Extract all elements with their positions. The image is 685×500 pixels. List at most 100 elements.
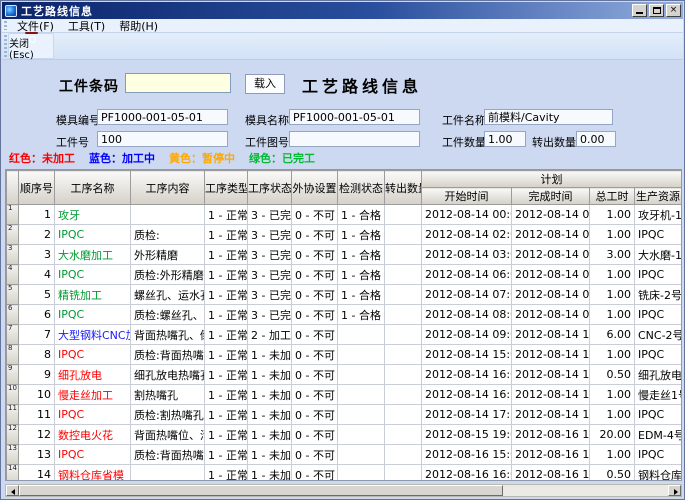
table-row[interactable]: 1414钢料仓库省模1 - 正常1 - 未加0 - 不可2012-08-16 1… [7, 465, 682, 482]
col-finish-time[interactable]: 完成时间 [512, 188, 590, 205]
part-name-input[interactable] [484, 109, 613, 125]
table-row[interactable]: 33大水磨加工外形精磨1 - 正常3 - 已完0 - 不可1 - 合格2012-… [7, 245, 682, 265]
table-row[interactable]: 77大型钢料CNC加工背面热嘴孔、倒角1 - 正常2 - 加工0 - 不可201… [7, 325, 682, 345]
cell-inspect: 1 - 合格 [338, 305, 385, 325]
row-header[interactable]: 11 [7, 405, 19, 425]
cell-type: 1 - 正常 [205, 285, 248, 305]
col-op-type[interactable]: 工序类型 [205, 171, 248, 205]
cell-content [131, 205, 205, 225]
cell-qty-out [385, 425, 422, 445]
cell-status: 3 - 已完 [248, 265, 292, 285]
table-row[interactable]: 66IPQC质检:螺丝孔、运1 - 正常3 - 已完0 - 不可1 - 合格20… [7, 305, 682, 325]
cell-hours: 1.00 [590, 405, 635, 425]
row-header[interactable]: 2 [7, 225, 19, 245]
col-qty-out[interactable]: 转出数量 [385, 171, 422, 205]
col-total-hours[interactable]: 总工时 [590, 188, 635, 205]
table-row[interactable]: 11攻牙1 - 正常3 - 已完0 - 不可1 - 合格2012-08-14 0… [7, 205, 682, 225]
cell-outsource: 0 - 不可 [292, 325, 338, 345]
row-header[interactable]: 12 [7, 425, 19, 445]
row-header[interactable]: 13 [7, 445, 19, 465]
scrollbar-thumb[interactable] [19, 485, 503, 496]
cell-hours: 6.00 [590, 325, 635, 345]
col-op-content[interactable]: 工序内容 [131, 171, 205, 205]
cell-name: IPQC [55, 405, 131, 425]
cell-resource: IPQC [635, 405, 682, 425]
cell-qty-out [385, 245, 422, 265]
table-row[interactable]: 1313IPQC质检:背面热嘴位1 - 正常1 - 未加0 - 不可2012-0… [7, 445, 682, 465]
barcode-input[interactable] [125, 73, 231, 93]
title-bar[interactable]: 工艺路线信息 × [2, 2, 683, 19]
scroll-right-button[interactable] [668, 485, 681, 496]
mold-name-input[interactable] [289, 109, 420, 125]
load-button[interactable]: 载入 [245, 74, 285, 94]
close-icon: × [670, 5, 678, 15]
cell-resource: 铣床-2号机 [635, 285, 682, 305]
menu-tools[interactable]: 工具(T) [61, 18, 112, 34]
app-icon [5, 5, 17, 17]
row-number: 2 [7, 225, 18, 232]
table-row[interactable]: 1111IPQC质检:割热嘴孔1 - 正常1 - 未加0 - 不可2012-08… [7, 405, 682, 425]
table-row[interactable]: 22IPQC质检:1 - 正常3 - 已完0 - 不可1 - 合格2012-08… [7, 225, 682, 245]
col-inspect[interactable]: 检测状态 [338, 171, 385, 205]
transfer-qty-input[interactable] [576, 131, 616, 147]
transfer-qty-label: 转出数量 [532, 134, 576, 150]
cell-name: 大水磨加工 [55, 245, 131, 265]
minimize-button[interactable] [632, 4, 647, 17]
row-header[interactable]: 8 [7, 345, 19, 365]
close-button[interactable]: × [666, 4, 681, 17]
col-op-status[interactable]: 工序状态 [248, 171, 292, 205]
part-no-label: 工件号 [56, 134, 89, 150]
table-row[interactable]: 1010慢走丝加工割热嘴孔1 - 正常1 - 未加0 - 不可2012-08-1… [7, 385, 682, 405]
row-header[interactable]: 10 [7, 385, 19, 405]
table-row[interactable]: 99细孔放电细孔放电热嘴孔1 - 正常1 - 未加0 - 不可2012-08-1… [7, 365, 682, 385]
cell-status: 2 - 加工 [248, 325, 292, 345]
part-qty-label: 工件数量 [442, 134, 486, 150]
table-row[interactable]: 55精铣加工螺丝孔、运水孔、1 - 正常3 - 已完0 - 不可1 - 合格20… [7, 285, 682, 305]
cell-content: 割热嘴孔 [131, 385, 205, 405]
col-op-name[interactable]: 工序名称 [55, 171, 131, 205]
row-header[interactable]: 4 [7, 265, 19, 285]
cell-name: 精铣加工 [55, 285, 131, 305]
row-header[interactable]: 14 [7, 465, 19, 482]
row-header[interactable]: 6 [7, 305, 19, 325]
cell-name: IPQC [55, 345, 131, 365]
cell-name: 细孔放电 [55, 365, 131, 385]
cell-status: 3 - 已完 [248, 245, 292, 265]
table-row[interactable]: 88IPQC质检:背面热嘴孔1 - 正常1 - 未加0 - 不可2012-08-… [7, 345, 682, 365]
scroll-left-button[interactable] [6, 485, 19, 496]
process-route-table: 顺序号 工序名称 工序内容 工序类型 工序状态 外协设置 检测状态 转出数量 计… [6, 170, 682, 481]
cell-inspect: 1 - 合格 [338, 265, 385, 285]
row-number: 3 [7, 245, 18, 252]
cell-type: 1 - 正常 [205, 225, 248, 245]
row-header[interactable]: 9 [7, 365, 19, 385]
menu-help[interactable]: 帮助(H) [112, 18, 165, 34]
cell-inspect [338, 385, 385, 405]
cell-type: 1 - 正常 [205, 385, 248, 405]
col-outsource[interactable]: 外协设置 [292, 171, 338, 205]
cell-inspect: 1 - 合格 [338, 285, 385, 305]
cell-inspect [338, 325, 385, 345]
mold-no-input[interactable] [97, 109, 228, 125]
col-seq[interactable]: 顺序号 [19, 171, 55, 205]
horizontal-scrollbar[interactable] [5, 484, 682, 497]
table-row[interactable]: 1212数控电火花背面热嘴位、清角1 - 正常1 - 未加0 - 不可2012-… [7, 425, 682, 445]
close-esc-button[interactable]: 关闭(Esc) [8, 33, 54, 59]
row-header[interactable]: 3 [7, 245, 19, 265]
row-header[interactable]: 7 [7, 325, 19, 345]
col-start-time[interactable]: 开始时间 [422, 188, 512, 205]
cell-inspect [338, 405, 385, 425]
legend-red: 红色：未加工 [9, 150, 75, 166]
row-header[interactable]: 5 [7, 285, 19, 305]
maximize-button[interactable] [649, 4, 664, 17]
cell-finish: 2012-08-16 16:30:0 [512, 465, 590, 482]
part-no-input[interactable] [97, 131, 228, 147]
cell-status: 3 - 已完 [248, 205, 292, 225]
drawing-no-input[interactable] [289, 131, 420, 147]
row-header[interactable]: 1 [7, 205, 19, 225]
cell-type: 1 - 正常 [205, 365, 248, 385]
table-row[interactable]: 44IPQC质检:外形精磨1 - 正常3 - 已完0 - 不可1 - 合格201… [7, 265, 682, 285]
col-resource[interactable]: 生产资源 [635, 188, 682, 205]
cell-status: 3 - 已完 [248, 285, 292, 305]
part-qty-input[interactable] [484, 131, 526, 147]
cell-finish: 2012-08-14 15:00:0 [512, 325, 590, 345]
